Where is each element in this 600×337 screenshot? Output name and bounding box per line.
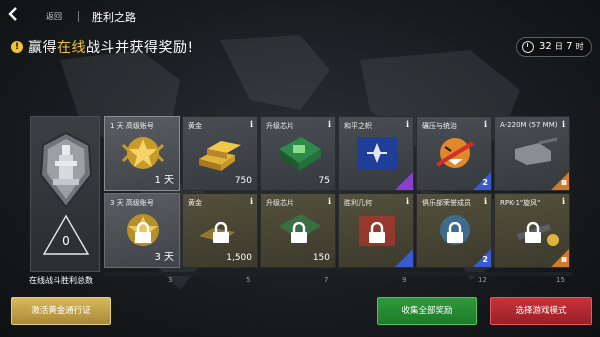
tick-label: 12: [478, 276, 487, 284]
wins-progress-card: 0: [30, 116, 100, 272]
page-title: 胜利之路: [92, 11, 136, 24]
info-icon[interactable]: i: [484, 119, 487, 129]
tiger-emblem-icon: [435, 138, 475, 168]
tick-label: 9: [402, 276, 407, 284]
select-game-mode-button[interactable]: 选择游戏模式: [490, 297, 592, 325]
reward-card-premium-1d[interactable]: 1 天 高级账号 1 天: [104, 116, 180, 191]
reward-badge: 2: [482, 178, 488, 187]
reward-card-decal[interactable]: 胜利几何 i: [338, 193, 414, 268]
tick-label: 5: [246, 276, 251, 284]
info-icon[interactable]: i: [484, 196, 487, 206]
reward-count: 1,500: [226, 253, 252, 263]
divider: [78, 11, 79, 22]
reward-count: 150: [312, 253, 330, 263]
info-icon[interactable]: i: [562, 196, 565, 206]
top-bar: 返回 胜利之路: [0, 0, 600, 30]
wins-counter: 0: [41, 213, 91, 257]
reward-count: 3 天: [154, 252, 174, 263]
info-icon[interactable]: i: [406, 119, 409, 129]
info-icon[interactable]: i: [328, 196, 331, 206]
rarity-corner: [551, 172, 569, 190]
info-icon[interactable]: !: [11, 41, 23, 53]
reward-card-club[interactable]: 俱乐部荣誉成员 i 2: [416, 193, 492, 268]
medal-icon: [39, 131, 93, 209]
reward-count: 1 天: [154, 175, 174, 186]
back-button[interactable]: [6, 6, 28, 26]
collect-all-button[interactable]: 收集全部奖励: [377, 297, 477, 325]
tick-label: 3: [168, 276, 173, 284]
star-medal-icon: [121, 137, 165, 169]
info-icon[interactable]: i: [562, 119, 565, 129]
reward-count: 750: [234, 176, 252, 186]
wins-caption: 在线战斗胜利总数: [29, 276, 93, 285]
reward-card-flag[interactable]: 和平之帜 i: [338, 116, 414, 191]
progress-track: [104, 272, 572, 276]
info-icon[interactable]: i: [250, 196, 253, 206]
info-icon[interactable]: i: [328, 119, 331, 129]
reward-card-cannon[interactable]: A-220M (57 MM) i III: [494, 116, 570, 191]
info-icon[interactable]: i: [250, 119, 253, 129]
chip-icon: [279, 137, 321, 171]
info-icon[interactable]: i: [406, 196, 409, 206]
chevron-left-icon: [8, 7, 17, 21]
wins-value: 0: [62, 234, 70, 248]
lock-icon: [525, 222, 541, 243]
reward-card-chip-75[interactable]: 升级芯片 i 75: [260, 116, 336, 191]
reward-card-chip-150[interactable]: 升级芯片 i 150: [260, 193, 336, 268]
reward-card-premium-3d[interactable]: 3 天 高级账号 3 天: [104, 193, 180, 268]
reward-card-gold-1500[interactable]: 黄金 i 1,500: [182, 193, 258, 268]
activate-gold-pass-button[interactable]: 激活黄金通行证: [11, 297, 111, 325]
reward-badge: III: [561, 256, 567, 264]
reward-card-gold-750[interactable]: 黄金 i 750: [182, 116, 258, 191]
lock-icon: [213, 222, 229, 243]
reward-card-rocket[interactable]: RPK-1"旋风" i III: [494, 193, 570, 268]
cannon-module-icon: [515, 137, 558, 165]
reward-badge: III: [561, 179, 567, 187]
lock-icon: [369, 222, 385, 243]
reward-card-tiger[interactable]: 碾压与统治 i 2: [416, 116, 492, 191]
rarity-corner: [395, 172, 413, 190]
rarity-corner: [395, 249, 413, 267]
flag-icon: [357, 137, 397, 169]
tick-label: 7: [324, 276, 329, 284]
rarity-corner: [551, 249, 569, 267]
gold-bars-icon: [199, 141, 241, 171]
tick-label: 15: [556, 276, 565, 284]
headline: 赢得在线战斗并获得奖励!: [28, 40, 194, 56]
lock-icon: [447, 222, 463, 243]
lock-icon: [135, 222, 151, 243]
clock-icon: [522, 41, 534, 53]
back-label[interactable]: 返回: [46, 11, 62, 22]
reward-count: 75: [318, 176, 330, 186]
reward-title: A-220M (57 MM): [500, 121, 558, 129]
event-timer: 32 日 7 时: [516, 37, 592, 57]
lock-icon: [291, 222, 307, 243]
reward-badge: 2: [482, 255, 488, 264]
